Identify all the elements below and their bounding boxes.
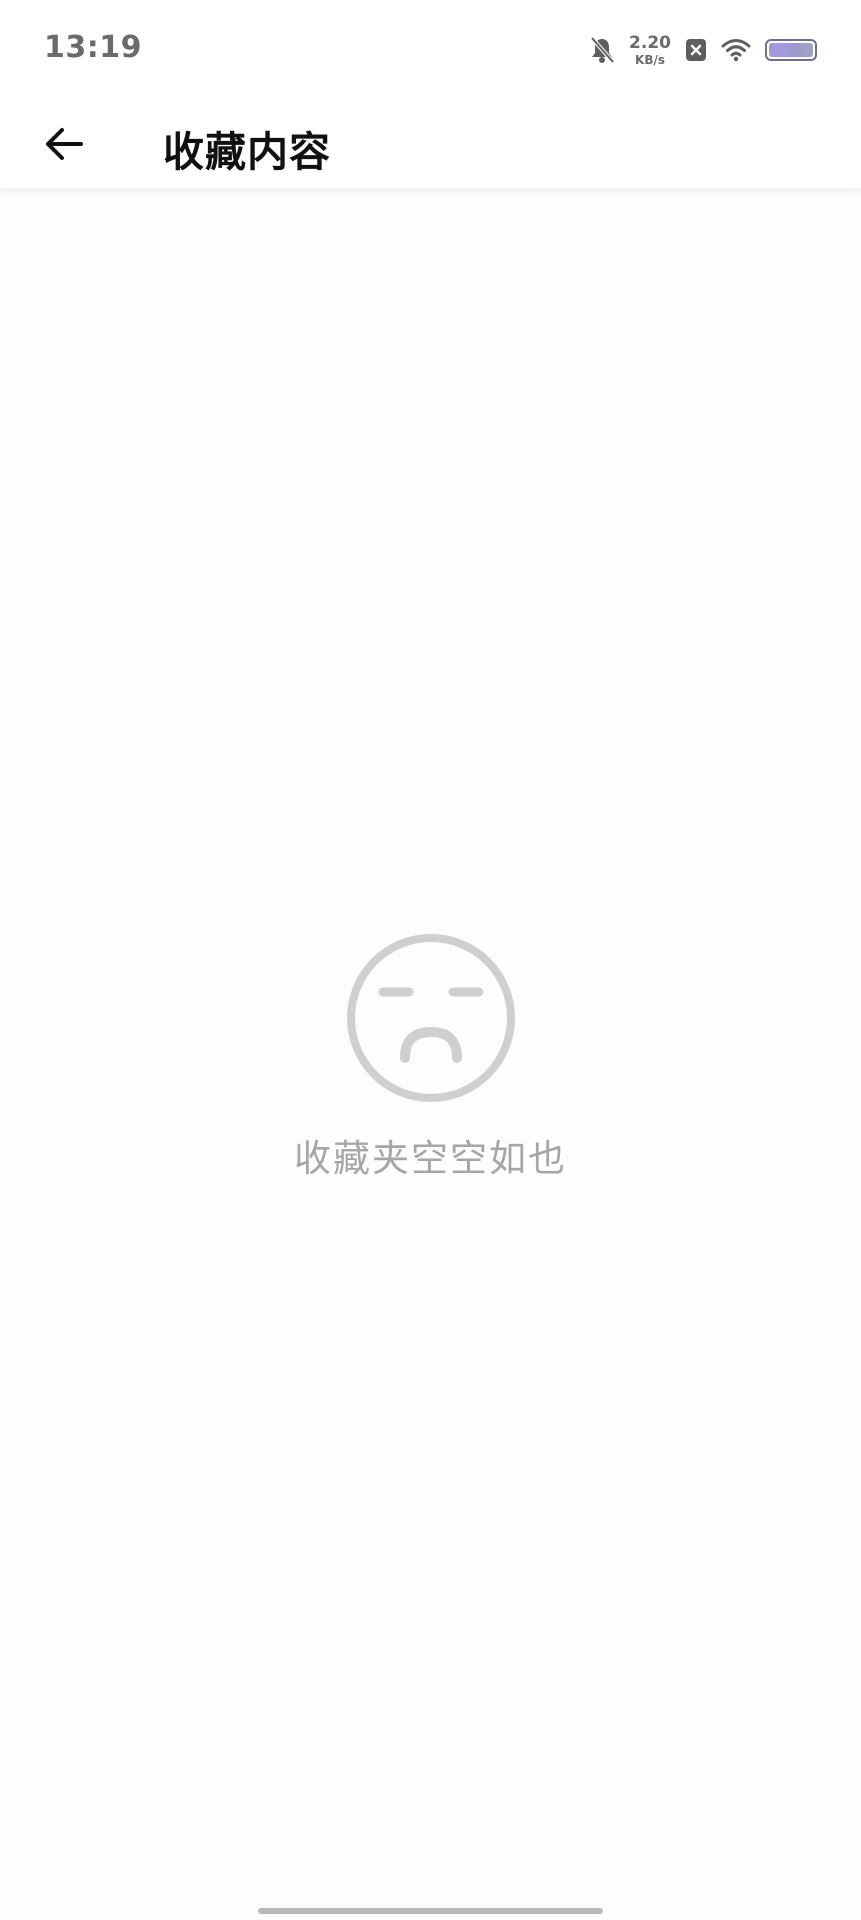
empty-message: 收藏夹空空如也 (294, 1137, 567, 1180)
wifi-icon (721, 38, 751, 62)
page-title: 收藏内容 (163, 128, 331, 176)
battery-level (769, 43, 813, 57)
sad-face-icon (346, 934, 515, 1102)
network-speed-value: 2.20 (629, 32, 671, 53)
favorites-content: 收藏夹空空如也 (0, 188, 861, 1920)
status-bar: 13:19 2.20 KB/s (0, 0, 861, 100)
app-bar: 收藏内容 (0, 100, 861, 188)
arrow-left-icon (46, 128, 83, 160)
status-time: 13:19 (44, 30, 142, 65)
bell-muted-icon (589, 36, 615, 64)
network-speed-unit: KB/s (635, 52, 666, 67)
empty-state: 收藏夹空空如也 (0, 932, 861, 1182)
home-indicator[interactable] (258, 1908, 603, 1914)
notification-x-icon (685, 38, 707, 62)
network-speed: 2.20 KB/s (629, 32, 671, 67)
battery-icon (765, 39, 817, 61)
status-icons: 2.20 KB/s (589, 30, 817, 70)
back-button[interactable] (34, 114, 94, 174)
